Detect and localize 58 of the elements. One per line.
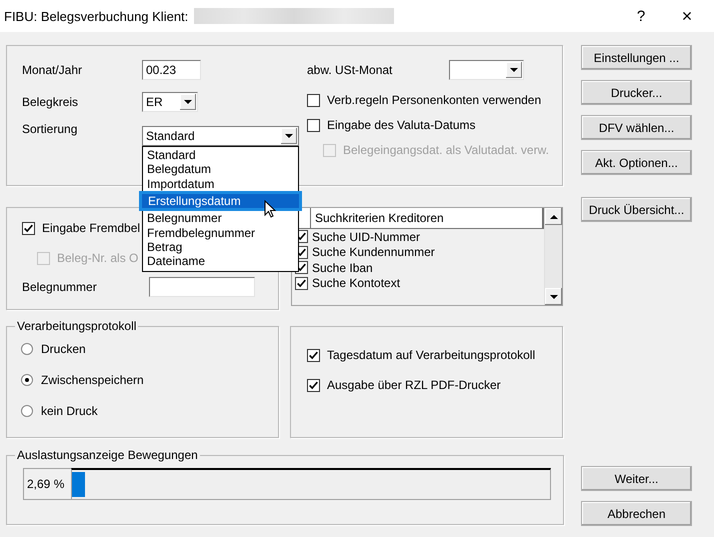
input-field[interactable]: 00.23	[142, 60, 201, 80]
dialog-button[interactable]: DFV wählen...	[581, 115, 692, 140]
dialog-button[interactable]: Einstellungen ...	[581, 45, 692, 70]
dialog-button[interactable]: Abbrechen	[581, 501, 692, 526]
checkbox-label: Eingabe Fremdbel	[42, 221, 140, 235]
checkbox[interactable]	[307, 348, 320, 362]
progress-reading: 2,69 %	[23, 468, 71, 500]
dropdown-option[interactable]: Belegnummer	[143, 211, 298, 226]
checkbox[interactable]	[307, 94, 320, 106]
list-item[interactable]: Suche UID-Nummer	[312, 230, 420, 244]
field-label: Sortierung	[22, 122, 78, 136]
checkbox-label: Verb.regeln Personenkonten verwenden	[327, 93, 542, 107]
field-label: abw. USt-Monat	[307, 63, 394, 77]
field-label: Monat/Jahr	[22, 63, 84, 77]
dropdown[interactable]: ER	[142, 92, 198, 112]
help-button[interactable]: ?	[618, 0, 664, 32]
list-item[interactable]: Suche Kontotext	[312, 276, 400, 290]
dialog-button[interactable]: Weiter...	[581, 466, 692, 491]
checkbox-label: Tagesdatum auf Verarbeitungsprotokoll	[327, 348, 536, 362]
dropdown-option[interactable]: Betrag	[143, 240, 298, 254]
scroll-down-icon[interactable]	[545, 288, 562, 305]
radio-label: Drucken	[41, 342, 86, 356]
checkbox-label: Belegeingangsdat. als Valutadat. verw.	[343, 143, 549, 157]
list-item[interactable]: Suche Kundennummer	[312, 245, 435, 260]
checkbox[interactable]	[307, 118, 320, 132]
radio-button[interactable]	[21, 343, 33, 355]
radio-button[interactable]	[21, 374, 33, 386]
dialog-button[interactable]: Drucker...	[581, 80, 692, 105]
group-title: Auslastungsanzeige Bewegungen	[16, 448, 199, 462]
checkbox[interactable]	[295, 276, 308, 290]
dropdown-option[interactable]: Fremdbelegnummer	[143, 226, 298, 240]
list-item[interactable]: Suche Iban	[312, 260, 373, 275]
checkbox-label: Ausgabe über RZL PDF-Drucker	[327, 378, 501, 392]
checkbox[interactable]	[307, 378, 320, 392]
radio-label: kein Druck	[41, 404, 98, 418]
dropdown-option[interactable]: Dateiname	[143, 254, 298, 269]
dropdown[interactable]: Standard	[142, 126, 299, 146]
dropdown-option[interactable]: Erstellungsdatum	[139, 191, 302, 212]
dropdown[interactable]	[449, 60, 524, 80]
checkbox[interactable]	[22, 222, 35, 234]
input-field[interactable]	[149, 277, 255, 297]
radio-label: Zwischenspeichern	[41, 373, 144, 387]
scrollbar[interactable]	[544, 208, 562, 305]
dropdown-option[interactable]: Belegdatum	[143, 162, 298, 177]
dialog-button[interactable]: Akt. Optionen...	[581, 150, 692, 175]
group-title: Verarbeitungsprotokoll	[16, 319, 138, 333]
field-label: Belegkreis	[22, 95, 80, 109]
dialog-button[interactable]: Druck Übersicht...	[581, 197, 692, 222]
scroll-up-icon[interactable]	[545, 208, 562, 225]
radio-button[interactable]	[21, 405, 33, 417]
checkbox-label: Eingabe des Valuta-Datums	[327, 118, 476, 132]
dropdown-option[interactable]: Standard	[143, 148, 298, 162]
field-label: Belegnummer	[22, 280, 98, 294]
window-title: FIBU: Belegsverbuchung Klient:	[4, 8, 188, 24]
mouse-cursor-icon	[264, 200, 276, 218]
close-button[interactable]: ×	[664, 0, 710, 32]
checkbox-label: Beleg-Nr. als O	[57, 251, 138, 265]
dropdown-option[interactable]: Importdatum	[143, 176, 298, 192]
